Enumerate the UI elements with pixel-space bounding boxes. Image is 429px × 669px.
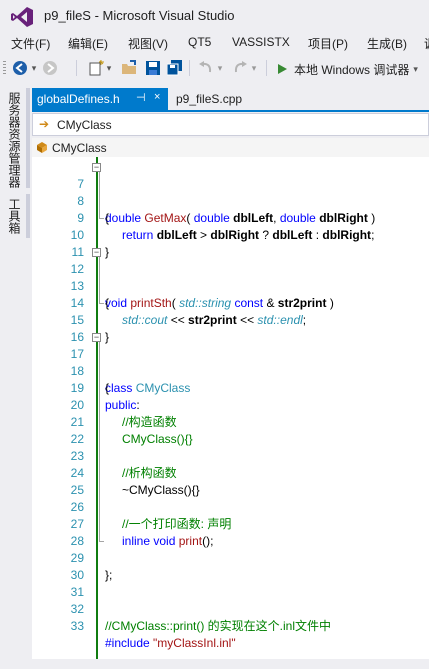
- toolbar: ▾ ▾ ▾ ▾ 本地 Windows 调试器 ▾: [0, 54, 429, 82]
- code-line: 25: [32, 465, 429, 497]
- code-line: 16: [32, 312, 429, 344]
- collapse-icon[interactable]: −: [92, 333, 101, 342]
- code-comment: //CMyClass::print() 的实现在这个.inl文件中: [105, 619, 332, 633]
- navigation-bar[interactable]: ➔ CMyClass: [32, 113, 429, 136]
- menu-view[interactable]: 视图(V): [128, 35, 168, 52]
- code-line: 31: [32, 567, 429, 599]
- menu-vassistx[interactable]: VASSISTX: [232, 35, 290, 49]
- code-line: 7 − double GetMax( double dblLeft, doubl…: [32, 159, 429, 226]
- class-icon: [37, 142, 47, 153]
- undo-icon[interactable]: [198, 60, 214, 76]
- window-title: p9_fileS - Microsoft Visual Studio: [44, 8, 235, 23]
- menu-file[interactable]: 文件(F): [11, 35, 50, 52]
- play-icon: [278, 64, 287, 74]
- code-line: 20 //构造函数: [32, 380, 429, 429]
- menu-build[interactable]: 生成(B): [367, 35, 407, 52]
- code-line: 32 //CMyClass::print() 的实现在这个.inl文件中: [32, 584, 429, 633]
- code-line: 11: [32, 227, 429, 259]
- code-line: 12 − void printSth( std::string const & …: [32, 244, 429, 311]
- server-explorer-tab-bar: [26, 88, 30, 188]
- back-dropdown-icon[interactable]: ▾: [30, 60, 38, 76]
- menu-project[interactable]: 项目(P): [308, 35, 348, 52]
- scope-bar[interactable]: CMyClass: [32, 138, 429, 157]
- code-line: 19 public:: [32, 363, 429, 412]
- menu-debug[interactable]: 调: [424, 35, 429, 52]
- line-number: 33: [70, 619, 84, 633]
- tab-underline: [32, 110, 429, 112]
- server-explorer-tab[interactable]: 服务器资源管理器: [6, 92, 23, 188]
- code-line: 27 inline void print();: [32, 499, 429, 548]
- code-line: 21 CMyClass(){}: [32, 397, 429, 446]
- code-line: 28: [32, 516, 429, 548]
- code-line: 17 − class CMyClass: [32, 329, 429, 396]
- redo-dropdown-icon[interactable]: ▾: [250, 60, 258, 76]
- code-line: 10 }: [32, 210, 429, 259]
- code-line: 13 {: [32, 261, 429, 310]
- open-folder-icon[interactable]: [121, 60, 137, 76]
- undo-dropdown-icon[interactable]: ▾: [216, 60, 224, 76]
- document-tab-row: globalDefines.h ⊣ × p9_fileS.cpp: [32, 88, 429, 110]
- navigation-scope-label: CMyClass: [57, 118, 112, 132]
- tab-globaldefines[interactable]: globalDefines.h ⊣ ×: [32, 88, 168, 110]
- redo-icon[interactable]: [232, 60, 248, 76]
- toolbox-tab[interactable]: 工具箱: [6, 198, 23, 234]
- save-icon[interactable]: [145, 60, 161, 76]
- forward-icon[interactable]: [42, 60, 58, 76]
- code-line: 15 }: [32, 295, 429, 344]
- code-line: 30: [32, 550, 429, 582]
- menu-edit[interactable]: 编辑(E): [68, 35, 108, 52]
- code-line: 23 //析构函数: [32, 431, 429, 480]
- start-debugging-label: 本地 Windows 调试器: [294, 62, 410, 77]
- code-line: 22: [32, 414, 429, 446]
- code-line: 33 #include "myClassInl.inl": [32, 601, 429, 650]
- code-line: 18 {: [32, 346, 429, 395]
- code-line: 29 };: [32, 533, 429, 582]
- new-project-icon[interactable]: [88, 60, 104, 76]
- scope-class-label: CMyClass: [52, 141, 107, 155]
- toolbox-tab-bar: [26, 194, 30, 238]
- menu-qt5[interactable]: QT5: [188, 35, 211, 49]
- close-icon[interactable]: ×: [154, 91, 160, 103]
- toolbar-grip[interactable]: [3, 61, 6, 75]
- code-line: 9 return dblLeft > dblRight ? dblLeft : …: [32, 193, 429, 242]
- start-debugging-button[interactable]: 本地 Windows 调试器 ▾: [276, 60, 418, 78]
- collapse-icon[interactable]: −: [92, 163, 101, 172]
- left-dock-sidebar: 服务器资源管理器 工具箱: [0, 84, 32, 659]
- pin-icon[interactable]: ⊣: [136, 91, 146, 104]
- back-icon[interactable]: [12, 60, 28, 76]
- navigate-arrow-icon: ➔: [39, 117, 50, 131]
- code-token: #include: [105, 636, 150, 650]
- visual-studio-logo-icon: [11, 7, 33, 27]
- code-string: "myClassInl.inl": [153, 636, 236, 650]
- debugger-dropdown-icon[interactable]: ▾: [413, 64, 418, 75]
- menu-bar: 文件(F) 编辑(E) 视图(V) QT5 VASSISTX 项目(P) 生成(…: [0, 32, 429, 52]
- tab-globaldefines-label: globalDefines.h: [37, 92, 120, 106]
- save-all-icon[interactable]: [167, 60, 183, 76]
- code-line: 14 std::cout << str2print << std::endl;: [32, 278, 429, 327]
- tab-p9-files-cpp[interactable]: p9_fileS.cpp: [176, 92, 242, 106]
- collapse-icon[interactable]: −: [92, 248, 101, 257]
- code-editor[interactable]: 7 − double GetMax( double dblLeft, doubl…: [32, 157, 429, 659]
- title-bar: p9_fileS - Microsoft Visual Studio: [0, 0, 429, 32]
- code-line: 24 ~CMyClass(){}: [32, 448, 429, 497]
- code-line: 26 //一个打印函数: 声明: [32, 482, 429, 531]
- code-line: 8 {: [32, 176, 429, 225]
- new-dropdown-icon[interactable]: ▾: [105, 60, 113, 76]
